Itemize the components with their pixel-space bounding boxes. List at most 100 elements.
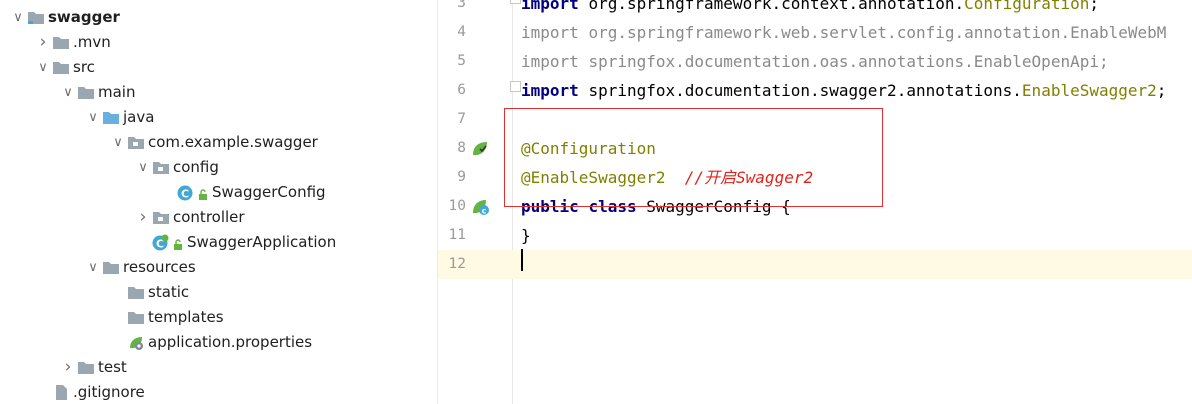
tree-item-label: application.properties (148, 333, 313, 351)
spring-boot-class-icon: C (152, 234, 170, 251)
tree-item-label: static (148, 283, 190, 301)
chevron-down-icon[interactable]: ∨ (61, 80, 75, 105)
line-number: 3 (457, 0, 466, 11)
chevron-down-icon[interactable]: ∨ (111, 130, 125, 155)
code-text: } (521, 221, 531, 250)
code-token: import (521, 81, 589, 100)
tree-item-label: test (98, 358, 127, 376)
tree-item[interactable]: ∨ java (0, 105, 437, 130)
code-token: import (521, 23, 589, 42)
line-number: 4 (457, 24, 466, 40)
code-token: org.springframework.web.servlet.config.a… (588, 23, 1167, 42)
annotation-highlight-box (504, 108, 883, 207)
tree-item-label: controller (173, 208, 245, 226)
code-line[interactable]: 6 import springfox.documentation.swagger2… (438, 76, 1192, 105)
java-class-icon: C (177, 184, 195, 201)
project-module-icon (27, 9, 45, 26)
line-number: 12 (448, 256, 466, 272)
ignore-file-icon (52, 384, 70, 401)
tree-item[interactable]: C SwaggerApplication (0, 230, 437, 255)
code-line[interactable]: 12 (438, 250, 1192, 279)
code-line[interactable]: 11} (438, 221, 1192, 250)
chevron-down-icon[interactable]: ∨ (11, 5, 25, 30)
tree-item[interactable]: ∨ config (0, 155, 437, 180)
tree-item[interactable]: ∨ src (0, 55, 437, 80)
tree-item[interactable]: ∨ com.example.swagger (0, 130, 437, 155)
fold-marker-icon[interactable] (510, 0, 521, 4)
project-tree-panel: ∨ swagger › .mvn ∨ src ∨ main ∨ java ∨ com.example.… (0, 0, 438, 404)
chevron-right-icon[interactable]: › (36, 30, 50, 55)
tree-item[interactable]: C SwaggerConfig (0, 180, 437, 205)
tree-item-label: resources (123, 258, 196, 276)
tree-item-label: SwaggerConfig (212, 183, 326, 201)
text-caret (521, 249, 523, 271)
chevron-down-icon[interactable]: ∨ (36, 55, 50, 80)
tree-item[interactable]: › test (0, 355, 437, 380)
package-icon (127, 134, 145, 151)
folder-icon (77, 84, 95, 101)
folder-icon (77, 359, 95, 376)
code-token: ; (1156, 81, 1167, 100)
folder-icon (52, 59, 70, 76)
line-number: 8 (457, 140, 466, 156)
chevron-right-icon[interactable]: › (61, 355, 75, 380)
code-token: EnableSwagger2 (1021, 81, 1157, 100)
tree-item[interactable]: › controller (0, 205, 437, 230)
spring-properties-icon (127, 334, 145, 351)
chevron-down-icon[interactable]: ∨ (136, 155, 150, 180)
folder-icon (127, 309, 145, 326)
tree-item[interactable]: ∨ resources (0, 255, 437, 280)
folder-icon (52, 34, 70, 51)
code-token: org.springframework.context.annotation. (588, 0, 965, 13)
code-token: } (521, 226, 531, 245)
tree-item[interactable]: templates (0, 305, 437, 330)
tree-item-label: main (98, 83, 136, 101)
tree-item-label: config (173, 158, 219, 176)
tree-item-label: SwaggerApplication (187, 233, 337, 251)
tree-item[interactable]: › .mvn (0, 30, 437, 55)
spring-config-gutter-icon[interactable]: c (471, 197, 491, 217)
line-number: 9 (457, 169, 466, 185)
code-line[interactable]: 3 import org.springframework.context.anno… (438, 0, 1192, 18)
source-folder-icon (102, 109, 120, 126)
code-token: springfox.documentation.oas.annotations.… (588, 52, 1109, 71)
tree-item-label: src (73, 58, 95, 76)
code-text: import org.springframework.web.servlet.c… (521, 18, 1166, 47)
resources-folder-icon (102, 259, 120, 276)
tree-item-label: templates (148, 308, 224, 326)
code-token: import (521, 52, 589, 71)
code-text: import springfox.documentation.swagger2.… (521, 76, 1166, 105)
tree-item[interactable]: static (0, 280, 437, 305)
package-icon (152, 209, 170, 226)
tree-item[interactable]: ∨ swagger (0, 5, 437, 30)
code-token: springfox.documentation.swagger2.annotat… (588, 81, 1022, 100)
code-text: import org.springframework.context.annot… (521, 0, 1099, 18)
fold-marker-icon[interactable] (510, 81, 521, 92)
code-text: import springfox.documentation.oas.annot… (521, 47, 1109, 76)
chevron-down-icon[interactable]: ∨ (86, 105, 100, 130)
line-number: 11 (448, 227, 466, 243)
code-line[interactable]: 5 import springfox.documentation.oas.anno… (438, 47, 1192, 76)
svg-text:C: C (181, 188, 189, 201)
code-token: Configuration (964, 0, 1090, 13)
code-token: ; (1089, 0, 1099, 13)
chevron-down-icon[interactable]: ∨ (86, 255, 100, 280)
package-icon (152, 159, 170, 176)
svg-text:c: c (482, 207, 487, 216)
chevron-right-icon[interactable]: › (136, 205, 150, 230)
tree-item[interactable]: .gitignore (0, 380, 437, 404)
line-number: 5 (457, 53, 466, 69)
tree-item-label: .mvn (73, 33, 111, 51)
tree-item[interactable]: ∨ main (0, 80, 437, 105)
tree-item-label: swagger (48, 8, 120, 26)
tree-item-label: java (123, 108, 155, 126)
folder-icon (127, 284, 145, 301)
line-number: 7 (457, 111, 466, 127)
tree-item[interactable]: application.properties (0, 330, 437, 355)
line-number: 6 (457, 82, 466, 98)
spring-bean-gutter-icon[interactable] (471, 140, 489, 158)
line-number: 10 (448, 198, 466, 214)
tree-item-label: .gitignore (73, 383, 145, 401)
tree-item-label: com.example.swagger (148, 133, 318, 151)
code-line[interactable]: 4 import org.springframework.web.servlet.… (438, 18, 1192, 47)
